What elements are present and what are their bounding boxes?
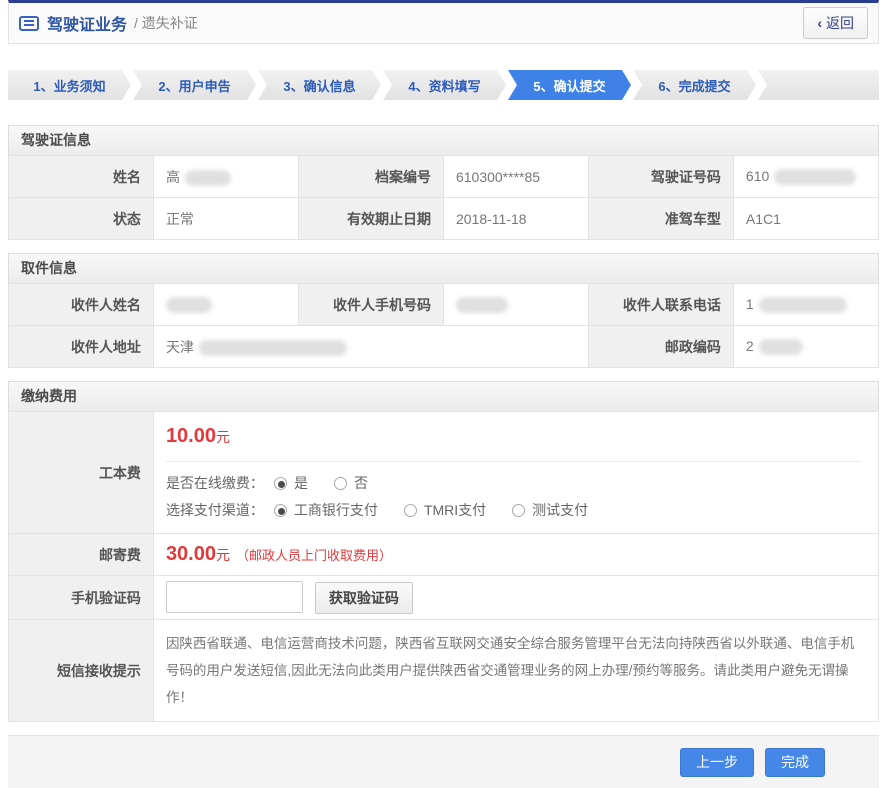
step-4: 4、资料填写: [383, 70, 506, 100]
table-row: 收件人姓名 收件人手机号码 收件人联系电话 1: [9, 284, 879, 326]
license-info-table: 姓名 高 档案编号 610300****85 驾驶证号码 610 状态 正常 有…: [8, 155, 879, 240]
chevron-left-icon: ‹: [817, 15, 822, 31]
payment-channel-label: 选择支付渠道：: [166, 500, 264, 520]
divider: [166, 461, 862, 462]
production-fee-unit: 元: [216, 429, 230, 445]
sms-code-input[interactable]: [166, 581, 303, 613]
radio-channel-icbc[interactable]: 工商银行支付: [274, 500, 378, 520]
page-title: 驾驶证业务: [47, 11, 127, 35]
file-no-label: 档案编号: [298, 156, 443, 198]
recipient-mobile-label: 收件人手机号码: [298, 284, 443, 326]
page: 驾驶证业务 / 遗失补证 ‹返回 1、业务须知 2、用户申告 3、确认信息 4、…: [8, 0, 879, 788]
postage-fee-cell: 30.00元 （邮政人员上门收取费用）: [153, 534, 878, 576]
expiry-value: 2018-11-18: [443, 198, 588, 240]
expiry-label: 有效期止日期: [298, 198, 443, 240]
radio-selected-icon: [274, 504, 287, 517]
radio-selected-icon: [274, 477, 287, 490]
sms-code-label: 手机验证码: [9, 576, 154, 620]
radio-channel-test[interactable]: 测试支付: [512, 500, 588, 520]
recipient-phone-label: 收件人联系电话: [588, 284, 733, 326]
redacted-blur: [185, 170, 231, 186]
radio-unselected-icon: [404, 504, 417, 517]
recipient-phone-value: 1: [733, 284, 878, 326]
breadcrumb-subtitle: / 遗失补证: [134, 13, 198, 33]
section-title: 缴纳费用: [8, 381, 879, 412]
previous-step-button[interactable]: 上一步: [680, 748, 754, 777]
postal-code-label: 邮政编码: [588, 326, 733, 368]
name-value: 高: [153, 156, 298, 198]
redacted-blur: [456, 297, 508, 313]
sms-notice-label: 短信接收提示: [9, 620, 154, 722]
recipient-name-value: [153, 284, 298, 326]
radio-unselected-icon: [512, 504, 525, 517]
recipient-mobile-value: [443, 284, 588, 326]
steps-bar-filler: [758, 70, 879, 100]
vehicle-type-value: A1C1: [733, 198, 878, 240]
footer-bar: 上一步 完成: [8, 735, 879, 788]
step-1: 1、业务须知: [8, 70, 131, 100]
postage-fee-note: （邮政人员上门收取费用）: [236, 548, 392, 563]
table-row: 邮寄费 30.00元 （邮政人员上门收取费用）: [9, 534, 879, 576]
recipient-name-label: 收件人姓名: [9, 284, 154, 326]
recipient-address-label: 收件人地址: [9, 326, 154, 368]
section-payment: 缴纳费用 工本费 10.00元 是否在线缴费： 是 否 选择支付渠道： 工商银行…: [8, 381, 879, 722]
get-sms-code-button[interactable]: 获取验证码: [315, 582, 413, 614]
license-no-value: 610: [733, 156, 878, 198]
redacted-blur: [774, 169, 856, 185]
section-title: 取件信息: [8, 253, 879, 284]
step-3: 3、确认信息: [258, 70, 381, 100]
postage-fee-amount: 30.00: [166, 543, 216, 565]
step-6: 6、完成提交: [633, 70, 756, 100]
license-no-label: 驾驶证号码: [588, 156, 733, 198]
payment-channel-question: 选择支付渠道： 工商银行支付 TMRI支付 测试支付: [166, 500, 862, 520]
radio-channel-tmri[interactable]: TMRI支付: [404, 500, 486, 520]
online-payment-question-label: 是否在线缴费：: [166, 473, 264, 493]
redacted-blur: [166, 297, 212, 313]
payment-table: 工本费 10.00元 是否在线缴费： 是 否 选择支付渠道： 工商银行支付 TM…: [8, 411, 879, 722]
table-row: 工本费 10.00元 是否在线缴费： 是 否 选择支付渠道： 工商银行支付 TM…: [9, 412, 879, 534]
postal-code-value: 2: [733, 326, 878, 368]
radio-online-no[interactable]: 否: [334, 473, 368, 493]
vehicle-type-label: 准驾车型: [588, 198, 733, 240]
production-fee-amount-line: 10.00元: [166, 425, 862, 448]
production-fee-label: 工本费: [9, 412, 154, 534]
status-label: 状态: [9, 198, 154, 240]
back-button[interactable]: ‹返回: [803, 7, 868, 39]
table-row: 手机验证码 获取验证码: [9, 576, 879, 620]
postage-fee-unit: 元: [216, 547, 230, 563]
name-label: 姓名: [9, 156, 154, 198]
table-row: 姓名 高 档案编号 610300****85 驾驶证号码 610: [9, 156, 879, 198]
production-fee-amount: 10.00: [166, 425, 216, 447]
postage-fee-label: 邮寄费: [9, 534, 154, 576]
step-5-active: 5、确认提交: [508, 70, 631, 100]
sms-code-cell: 获取验证码: [153, 576, 878, 620]
pickup-info-table: 收件人姓名 收件人手机号码 收件人联系电话 1 收件人地址 天津 邮政编码 2: [8, 283, 879, 368]
section-pickup-info: 取件信息 收件人姓名 收件人手机号码 收件人联系电话 1 收件人地址 天津 邮政…: [8, 253, 879, 368]
status-value: 正常: [153, 198, 298, 240]
table-row: 短信接收提示 因陕西省联通、电信运营商技术问题，陕西省互联网交通安全综合服务管理…: [9, 620, 879, 722]
production-fee-cell: 10.00元 是否在线缴费： 是 否 选择支付渠道： 工商银行支付 TMRI支付…: [153, 412, 878, 534]
table-row: 收件人地址 天津 邮政编码 2: [9, 326, 879, 368]
steps-bar: 1、业务须知 2、用户申告 3、确认信息 4、资料填写 5、确认提交 6、完成提…: [8, 70, 879, 100]
recipient-address-value: 天津: [153, 326, 588, 368]
header: 驾驶证业务 / 遗失补证 ‹返回: [8, 0, 879, 44]
sms-notice-text: 因陕西省联通、电信运营商技术问题，陕西省互联网交通安全综合服务管理平台无法向持陕…: [153, 620, 878, 722]
step-2: 2、用户申告: [133, 70, 256, 100]
finish-button[interactable]: 完成: [765, 748, 825, 777]
online-payment-question: 是否在线缴费： 是 否: [166, 473, 862, 493]
radio-unselected-icon: [334, 477, 347, 490]
file-no-value: 610300****85: [443, 156, 588, 198]
redacted-blur: [759, 339, 803, 355]
license-business-icon: [19, 16, 39, 31]
back-button-label: 返回: [826, 15, 854, 31]
redacted-blur: [199, 340, 347, 356]
section-license-info: 驾驶证信息 姓名 高 档案编号 610300****85 驾驶证号码 610 状…: [8, 125, 879, 240]
section-title: 驾驶证信息: [8, 125, 879, 156]
table-row: 状态 正常 有效期止日期 2018-11-18 准驾车型 A1C1: [9, 198, 879, 240]
redacted-blur: [759, 297, 847, 313]
radio-online-yes[interactable]: 是: [274, 473, 308, 493]
